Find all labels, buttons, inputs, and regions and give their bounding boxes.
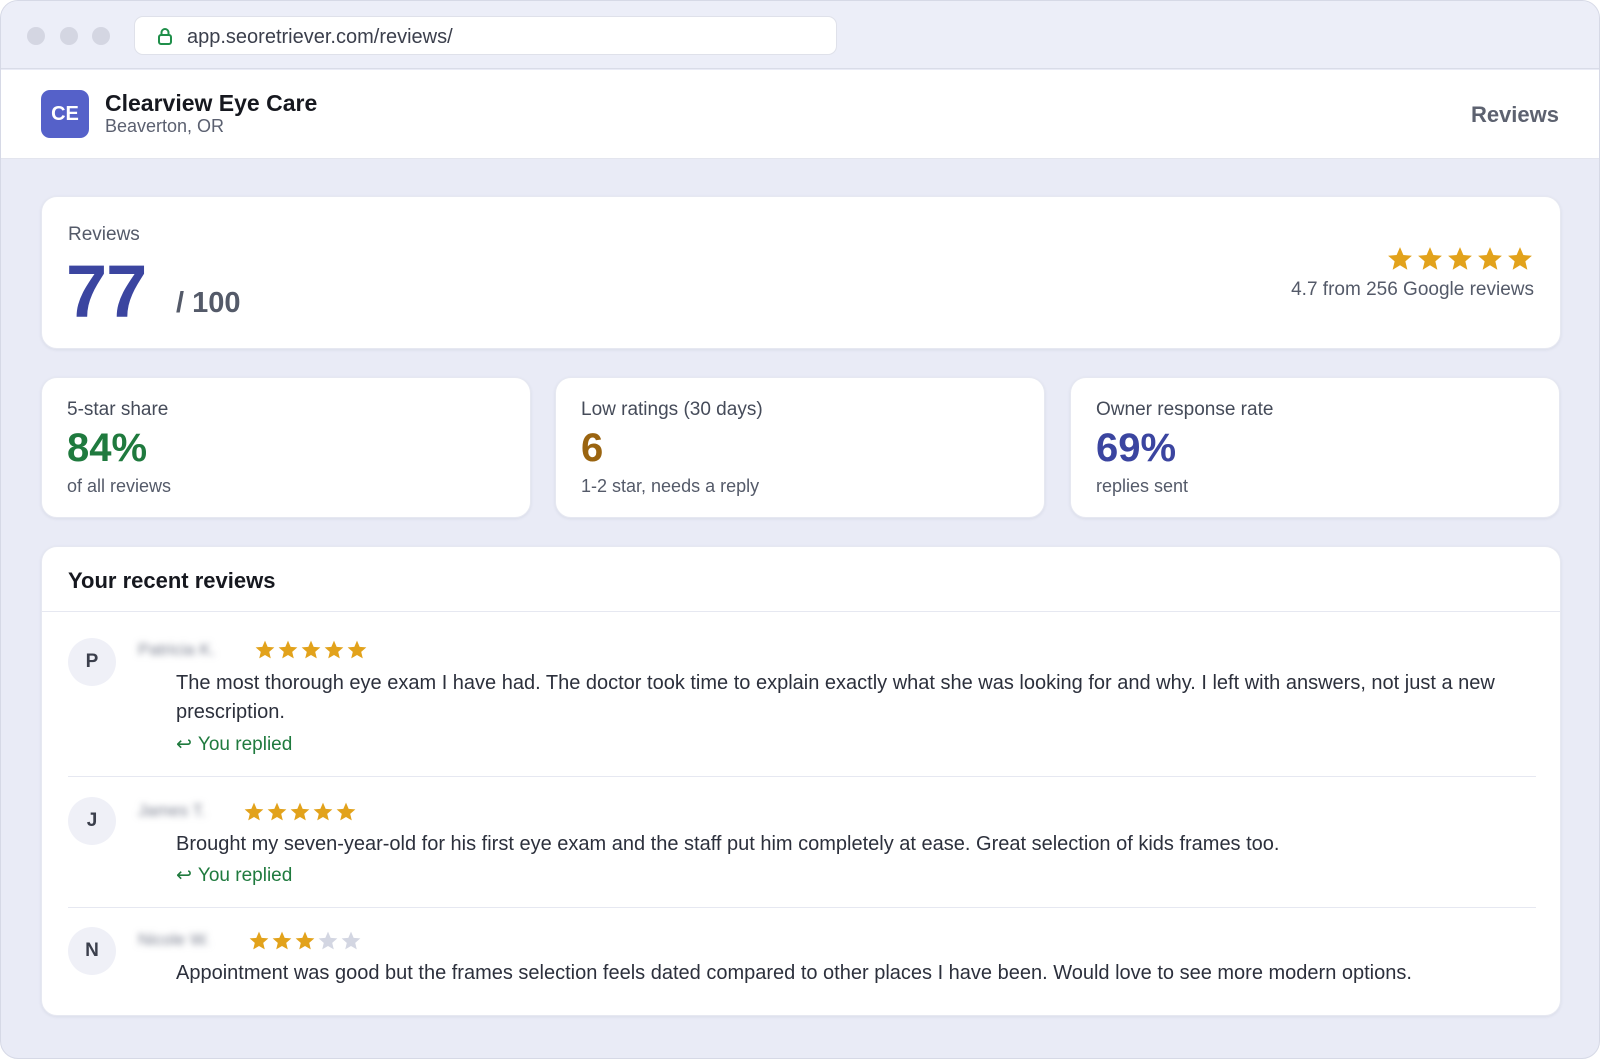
star-filled-icon — [1418, 247, 1442, 270]
metric-card-response-rate: Owner response rate 69% replies sent — [1070, 377, 1560, 518]
business-avatar: CE — [41, 90, 89, 138]
lock-icon — [158, 28, 172, 45]
star-filled-icon — [290, 802, 310, 821]
star-filled-icon — [295, 931, 315, 950]
star-filled-icon — [324, 640, 344, 659]
window-close-dot[interactable] — [27, 27, 45, 45]
star-filled-icon — [336, 802, 356, 821]
rating-summary: 4.7 from 256 Google reviews — [1291, 279, 1534, 300]
review-rating-stars — [243, 801, 357, 823]
replied-label: You replied — [197, 865, 293, 886]
review-item[interactable]: N Nicole W. Appointment was good but the… — [68, 908, 1536, 1008]
reviewer-name-blurred: Nicole W. — [138, 930, 210, 949]
metric-sub: replies sent — [1096, 476, 1189, 496]
browser-chrome: app.seoretriever.com/reviews/ — [1, 1, 1599, 69]
star-filled-icon — [278, 640, 298, 659]
address-url: app.seoretriever.com/reviews/ — [187, 26, 453, 48]
star-filled-icon — [1478, 247, 1502, 270]
review-item[interactable]: J James T. Brought my seven-year-old for… — [68, 777, 1536, 908]
reviews-score-card: Reviews 77 / 100 4.7 from 256 Google rev… — [41, 196, 1561, 349]
address-bar[interactable]: app.seoretriever.com/reviews/ — [134, 16, 837, 55]
score-label: Reviews — [68, 224, 140, 245]
recent-reviews-card: Your recent reviews P Patricia K. The mo… — [41, 546, 1561, 1016]
star-filled-icon — [301, 640, 321, 659]
star-filled-icon — [249, 931, 269, 950]
metric-card-five-star-share: 5-star share 84% of all reviews — [41, 377, 531, 518]
star-filled-icon — [244, 802, 264, 821]
replied-label: You replied — [197, 734, 293, 755]
metric-sub: 1-2 star, needs a reply — [581, 476, 760, 496]
reviewer-initial: J — [68, 797, 116, 845]
review-rating-stars — [254, 639, 368, 661]
replied-status[interactable]: ↩ You replied — [176, 733, 292, 756]
star-filled-icon — [272, 931, 292, 950]
star-filled-icon — [267, 802, 287, 821]
review-text: Brought my seven-year-old for his first … — [176, 833, 1280, 855]
browser-window: app.seoretriever.com/reviews/ CE Clearvi… — [0, 0, 1600, 1059]
metric-label: Owner response rate — [1096, 399, 1274, 420]
score-max: / 100 — [176, 287, 241, 319]
reviewer-name-blurred: James T. — [138, 801, 206, 820]
star-filled-icon — [1448, 247, 1472, 270]
metric-sub: of all reviews — [67, 476, 172, 496]
metric-label: Low ratings (30 days) — [581, 399, 763, 420]
review-text: Appointment was good but the frames sele… — [176, 962, 1412, 984]
reviewer-name-blurred: Patricia K. — [138, 640, 216, 659]
app-header: CE Clearview Eye Care Beaverton, OR Revi… — [1, 70, 1599, 159]
star-empty-icon — [341, 931, 361, 950]
business-name: Clearview Eye Care — [105, 90, 318, 116]
recent-reviews-title: Your recent reviews — [68, 568, 276, 593]
metric-card-low-ratings: Low ratings (30 days) 6 1-2 star, needs … — [555, 377, 1045, 518]
star-filled-icon — [313, 802, 333, 821]
star-filled-icon — [1508, 247, 1532, 270]
window-minimize-dot[interactable] — [60, 27, 78, 45]
nav-reviews-link[interactable]: Reviews — [1471, 102, 1559, 128]
metric-value: 6 — [581, 426, 604, 470]
star-filled-icon — [1388, 247, 1412, 270]
review-text: The most thorough eye exam I have had. T… — [176, 672, 1495, 723]
metric-label: 5-star share — [67, 399, 169, 420]
metric-value: 69% — [1096, 426, 1177, 470]
metric-value: 84% — [67, 426, 148, 470]
window-maximize-dot[interactable] — [92, 27, 110, 45]
overall-rating-stars — [1386, 245, 1534, 273]
star-empty-icon — [318, 931, 338, 950]
reviewer-initial: P — [68, 638, 116, 686]
star-filled-icon — [255, 640, 275, 659]
business-location: Beaverton, OR — [105, 116, 225, 136]
reply-arrow-icon: ↩ — [176, 734, 192, 755]
reviewer-initial: N — [68, 927, 116, 975]
replied-status[interactable]: ↩ You replied — [176, 864, 292, 887]
reply-arrow-icon: ↩ — [176, 865, 192, 886]
review-rating-stars — [248, 930, 362, 952]
review-item[interactable]: P Patricia K. The most thorough eye exam… — [68, 612, 1536, 777]
score-value: 77 — [66, 250, 147, 333]
star-filled-icon — [347, 640, 367, 659]
